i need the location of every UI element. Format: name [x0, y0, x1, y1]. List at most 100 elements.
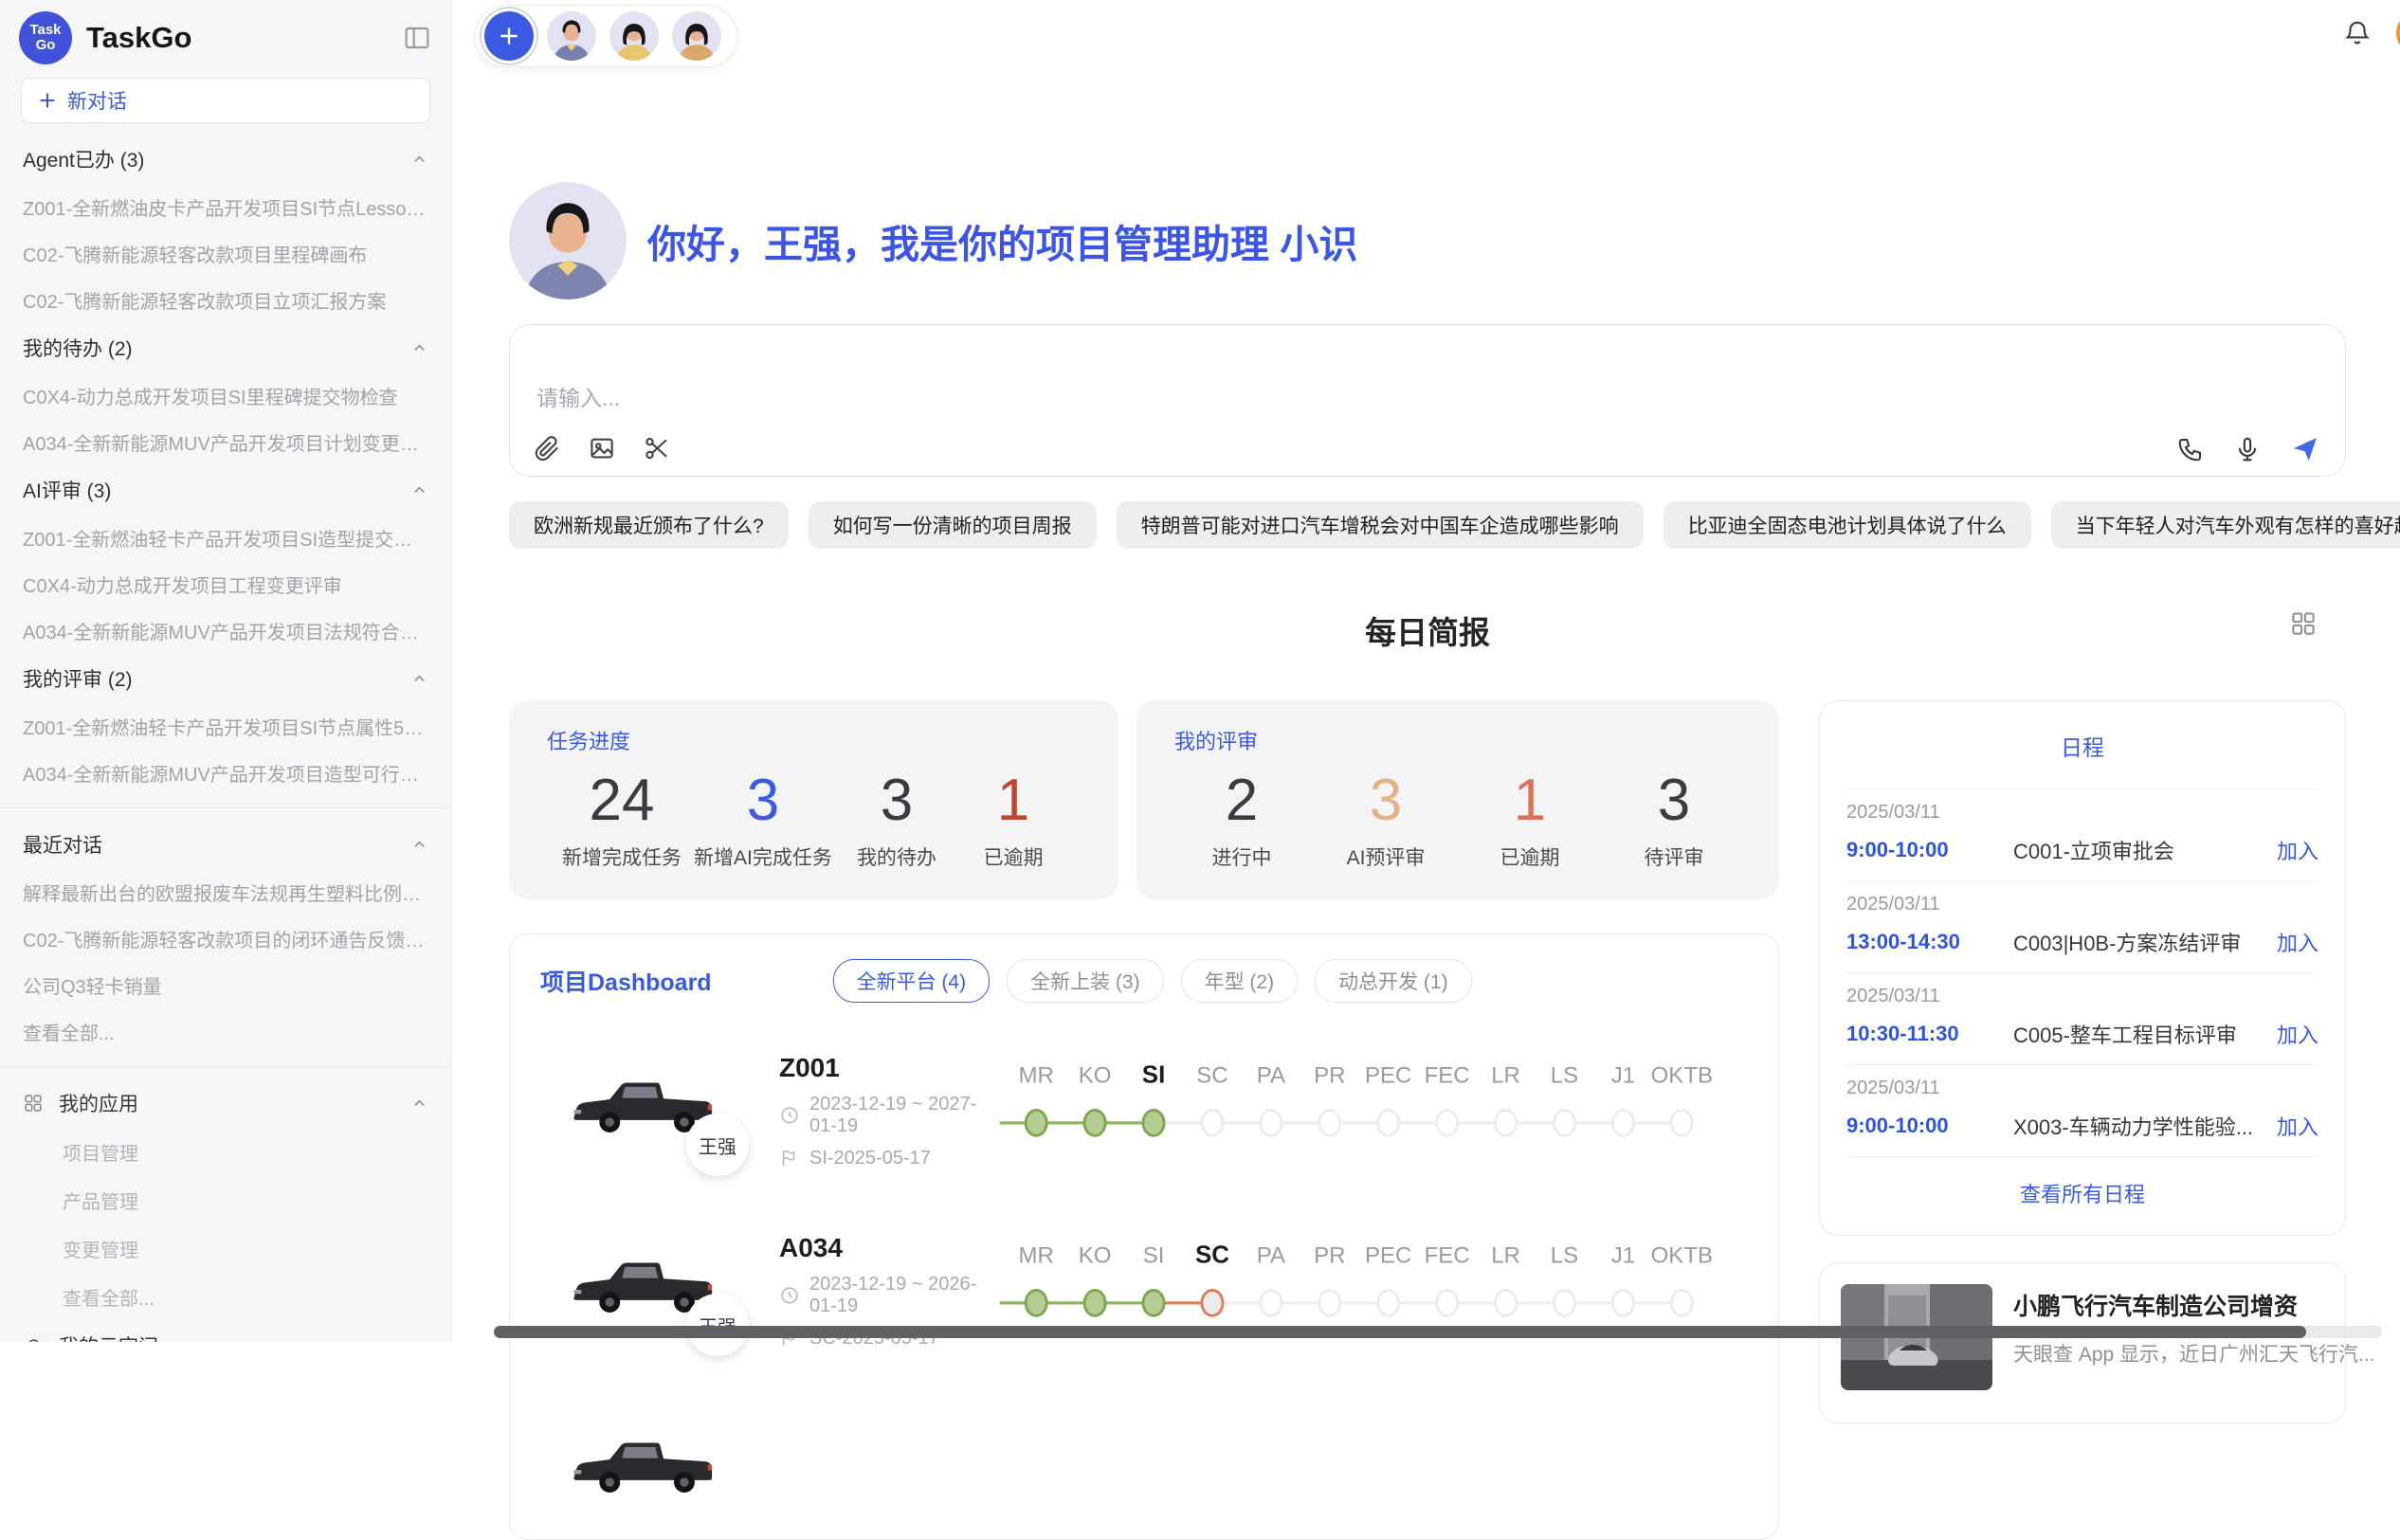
sidebar-section-header[interactable]: 我的待办 (2) [0, 323, 451, 372]
sidebar-app-item[interactable]: 项目管理 [0, 1128, 451, 1176]
phone-icon[interactable] [2176, 435, 2205, 463]
sidebar-task-item[interactable]: Z001-全新燃油轻卡产品开发项目SI节点属性5D文件评审 [0, 703, 451, 750]
sidebar-section-header[interactable]: Agent已办 (3) [0, 135, 451, 184]
dashboard-tab[interactable]: 年型 (2) [1181, 959, 1299, 1003]
agent-switcher [475, 5, 737, 67]
notification-bell-icon[interactable] [2343, 19, 2372, 47]
suggested-question-chip[interactable]: 当下年轻人对汽车外观有怎样的喜好趋势 [2051, 501, 2400, 549]
sidebar-scroll[interactable]: Agent已办 (3)Z001-全新燃油皮卡产品开发项目SI节点Lesson L… [0, 127, 451, 1342]
send-icon[interactable] [2290, 434, 2320, 464]
clock-icon [779, 1105, 800, 1126]
my-review-card: 我的评审 2进行中3AI预评审1已逾期3待评审 [1136, 700, 1779, 899]
collapse-sidebar-icon[interactable] [402, 23, 432, 53]
agent-avatar-2[interactable] [609, 11, 659, 61]
view-all-schedule-link[interactable]: 查看所有日程 [1846, 1156, 2318, 1229]
sidebar-task-item[interactable]: C02-飞腾新能源轻客改款项目立项汇报方案 [0, 277, 451, 323]
project-dates: 2023-12-19 ~ 2027-01-19 [779, 1094, 999, 1137]
sidebar-app-item[interactable]: 查看全部... [0, 1273, 451, 1321]
project-row-partial [540, 1399, 1778, 1540]
sidebar-task-item[interactable]: A034-全新新能源MUV产品开发项目计划变更表编写 [0, 419, 451, 465]
grid-icon [23, 1093, 44, 1114]
microphone-icon[interactable] [2233, 435, 2262, 463]
stat-cell: 3AI预评审 [1334, 769, 1438, 871]
suggested-question-chip[interactable]: 如何写一份清晰的项目周报 [809, 501, 1097, 549]
sidebar-section-header[interactable]: 最近对话 [0, 820, 451, 869]
logo-line2: Go [36, 38, 56, 53]
add-agent-button[interactable] [484, 11, 534, 61]
stat-label: 进行中 [1190, 842, 1294, 871]
scissors-icon[interactable] [643, 434, 671, 462]
suggested-question-chip[interactable]: 欧洲新规最近颁布了什么? [509, 501, 789, 549]
svg-text:PEC: PEC [1365, 1242, 1411, 1268]
sidebar-my-apps-header[interactable]: 我的应用 [0, 1078, 451, 1128]
brief-content: 任务进度 24新增完成任务3新增AI完成任务3我的待办1已逾期 我的评审 2进行… [509, 700, 2346, 1540]
event-join-link[interactable]: 加入 [2277, 927, 2318, 957]
assistant-avatar [509, 182, 627, 299]
logo-line1: Task [29, 23, 61, 38]
sidebar-app-item[interactable]: 变更管理 [0, 1224, 451, 1273]
event-join-link[interactable]: 加入 [2277, 1111, 2318, 1141]
sidebar-task-item[interactable]: A034-全新新能源MUV产品开发项目法规符合性评审 [0, 607, 451, 654]
stat-label: 已逾期 [961, 842, 1065, 871]
dashboard-tab[interactable]: 全新平台 (4) [833, 959, 991, 1003]
news-snippet: 天眼查 App 显示，近日广州汇天飞行汽... [2013, 1339, 2375, 1368]
event-join-link[interactable]: 加入 [2277, 835, 2318, 865]
sidebar-task-item[interactable]: C0X4-动力总成开发项目工程变更评审 [0, 561, 451, 607]
project-flag-milestone: SI-2025-05-17 [779, 1148, 999, 1169]
suggested-question-chip[interactable]: 比亚迪全固态电池计划具体说了什么 [1664, 501, 2031, 549]
cloud-icon [23, 1335, 44, 1342]
chat-input[interactable] [535, 378, 1960, 420]
event-join-link[interactable]: 加入 [2277, 1019, 2318, 1049]
attachment-icon[interactable] [533, 434, 561, 462]
horizontal-scrollbar-thumb[interactable] [494, 1326, 2306, 1338]
recent-conversation-item[interactable]: 解释最新出台的欧盟报废车法规再生塑料比例被调至15%... [0, 869, 451, 915]
news-card[interactable]: 小鹏飞行汽车制造公司增资 天眼查 App 显示，近日广州汇天飞行汽... [1819, 1262, 2346, 1423]
stat-cell: 3新增AI完成任务 [694, 769, 832, 871]
suggested-question-chip[interactable]: 特朗普可能对进口汽车增税会对中国车企造成哪些影响 [1117, 501, 1644, 549]
sidebar-section-header[interactable]: AI评审 (3) [0, 465, 451, 515]
recent-conversation-item[interactable]: 公司Q3轻卡销量 [0, 962, 451, 1008]
agent-avatar-3[interactable] [672, 11, 721, 61]
dashboard-tab[interactable]: 全新上装 (3) [1007, 959, 1164, 1003]
sidebar-task-item[interactable]: A034-全新新能源MUV产品开发项目造型可行性评审 [0, 750, 451, 796]
svg-text:OKTB: OKTB [1651, 1242, 1713, 1268]
composer-attachments [533, 434, 671, 462]
agent-avatar-1[interactable] [547, 11, 596, 61]
sidebar-section-header[interactable]: 我的评审 (2) [0, 654, 451, 703]
view-all-conversations-link[interactable]: 查看全部... [0, 1008, 451, 1055]
schedule-title: 日程 [1846, 730, 2318, 762]
chevron-up-icon [410, 151, 428, 169]
event-name: C005-整车工程目标评审 [2013, 1019, 2277, 1049]
dashboard-tab[interactable]: 动总开发 (1) [1315, 959, 1472, 1003]
project-milestone-timeline[interactable]: MRKOSISCPAPRPECFECLRLSJ1OKTB [999, 1052, 1719, 1170]
svg-text:MR: MR [1019, 1062, 1054, 1088]
new-chat-label: 新对话 [67, 86, 127, 115]
right-column: 日程 2025/03/119:00-10:00C001-立项审批会加入2025/… [1819, 700, 2346, 1540]
app-root: Task Go TaskGo 新对话 Agent已办 (3)Z001-全新燃油皮… [0, 0, 2400, 1342]
section-title: AI评审 (3) [23, 476, 111, 504]
horizontal-scrollbar-track [494, 1326, 2382, 1338]
event-row: 9:00-10:00X003-车辆动力学性能验...加入 [1846, 1111, 2318, 1141]
layout-grid-icon[interactable] [2289, 609, 2318, 638]
image-upload-icon[interactable] [588, 434, 616, 462]
sidebar-header: Task Go TaskGo [0, 0, 451, 70]
new-chat-button[interactable]: 新对话 [21, 78, 430, 123]
recent-conversation-item[interactable]: C02-飞腾新能源轻客改款项目的闭环通告反馈情况 [0, 915, 451, 962]
sidebar-task-item[interactable]: C02-飞腾新能源轻客改款项目里程碑画布 [0, 230, 451, 277]
stat-label: 待评审 [1622, 842, 1726, 871]
stat-value: 1 [961, 769, 1065, 833]
stat-cell: 1 已逾期 [961, 769, 1065, 871]
sidebar-item-link-cloud[interactable]: 我的云空间 [0, 1321, 451, 1342]
clock-icon [779, 1285, 800, 1306]
sidebar-task-item[interactable]: Z001-全新燃油皮卡产品开发项目SI节点Lesson Learn报告 [0, 184, 451, 230]
svg-text:PR: PR [1314, 1242, 1345, 1268]
sidebar-task-item[interactable]: C0X4-动力总成开发项目SI里程碑提交物检查 [0, 372, 451, 419]
event-date: 2025/03/11 [1846, 1078, 2318, 1099]
project-dashboard-card: 项目Dashboard 全新平台 (4)全新上装 (3)年型 (2)动总开发 (… [509, 933, 1779, 1540]
stat-value: 3 [1334, 769, 1438, 833]
svg-text:MR: MR [1019, 1242, 1054, 1268]
sidebar-task-item[interactable]: Z001-全新燃油轻卡产品开发项目SI造型提交物评审 [0, 515, 451, 561]
chevron-up-icon [410, 1095, 428, 1113]
sidebar-app-item[interactable]: 产品管理 [0, 1176, 451, 1224]
user-avatar[interactable]: 王强 [2396, 11, 2400, 55]
